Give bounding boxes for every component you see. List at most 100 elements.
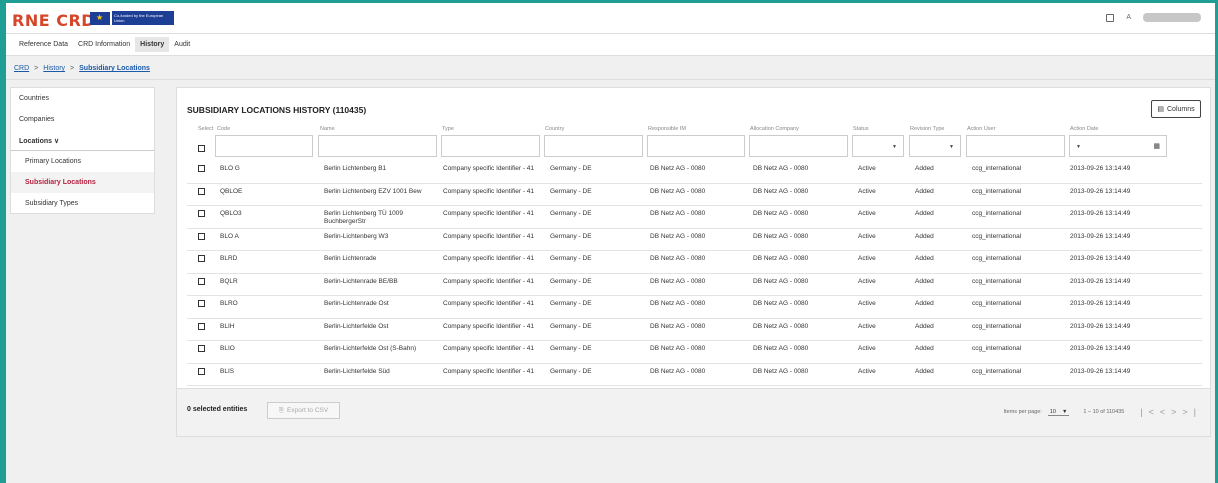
- table-row[interactable]: BLO A Berlin-Lichtenberg W3 Company specif…: [187, 229, 1202, 251]
- cell-type: Company specific Identifier - 41: [443, 368, 535, 375]
- cell-country: Germany - DE: [550, 323, 592, 330]
- breadcrumb-separator: >: [70, 65, 75, 72]
- cell-user: ccg_international: [972, 165, 1022, 172]
- first-page-icon[interactable]: |<: [1140, 407, 1160, 417]
- eu-flag-icon: [90, 12, 110, 25]
- cell-country: Germany - DE: [550, 278, 592, 285]
- apps-icon[interactable]: [1106, 13, 1115, 22]
- select-all-checkbox[interactable]: [198, 145, 205, 152]
- cell-country: Germany - DE: [550, 188, 592, 195]
- nav-audit[interactable]: Audit: [169, 37, 195, 52]
- next-page-icon[interactable]: >: [1171, 407, 1182, 417]
- row-select-checkbox[interactable]: [198, 323, 205, 330]
- chevron-down-icon: ▼: [949, 144, 954, 150]
- cell-type: Company specific Identifier - 41: [443, 210, 535, 217]
- eu-funding-label: Co-funded by the European Union: [112, 11, 174, 25]
- sidebar-item-locations[interactable]: Locations ∨: [11, 130, 154, 151]
- cell-name: Berlin-Lichterfelde Ost (S-Bahn): [324, 345, 417, 352]
- cell-alloc: DB Netz AG - 0080: [753, 368, 809, 375]
- divider: [6, 79, 1215, 80]
- sidebar-item-countries[interactable]: Countries: [11, 88, 154, 109]
- columns-button[interactable]: ▤ Columns: [1151, 100, 1201, 118]
- sidebar-item-subsidiary-types[interactable]: Subsidiary Types: [11, 193, 154, 214]
- allocation-company-filter-input[interactable]: [749, 135, 848, 157]
- table-row[interactable]: BLIS Berlin-Lichterfelde Süd Company speci…: [187, 364, 1202, 386]
- cell-status: Active: [858, 255, 876, 262]
- items-per-page-select[interactable]: 10 ▼: [1047, 409, 1070, 416]
- cell-alloc: DB Netz AG - 0080: [753, 210, 809, 217]
- row-select-checkbox[interactable]: [198, 278, 205, 285]
- table-row[interactable]: BLRD Berlin Lichtenrade Company specific I…: [187, 251, 1202, 274]
- cell-code: BLRO: [220, 300, 238, 307]
- export-csv-button[interactable]: ⎘ Export to CSV: [267, 402, 340, 419]
- row-select-checkbox[interactable]: [198, 210, 205, 217]
- cell-country: Germany - DE: [550, 165, 592, 172]
- cell-status: Active: [858, 165, 876, 172]
- code-filter-input[interactable]: [215, 135, 313, 157]
- prev-page-icon[interactable]: <: [1160, 407, 1171, 417]
- cell-code: BLO A: [220, 233, 239, 240]
- revision-type-filter-select[interactable]: ▼: [909, 135, 961, 157]
- cell-status: Active: [858, 323, 876, 330]
- items-per-page-label: Items per page:: [1003, 409, 1042, 415]
- chevron-down-icon: ▼: [892, 144, 897, 150]
- cell-revision: Added: [915, 345, 934, 352]
- cell-name: Berlin-Lichterfelde Ost: [324, 323, 389, 330]
- action-date-filter[interactable]: ▼ ▦: [1069, 135, 1167, 157]
- cell-type: Company specific Identifier - 41: [443, 233, 535, 240]
- table-footer: 0 selected entities ⎘ Export to CSV Item…: [177, 388, 1210, 436]
- cell-im: DB Netz AG - 0080: [650, 210, 706, 217]
- table-row[interactable]: QBLO3 Berlin Lichtenberg TÜ 1009 Buchberg…: [187, 206, 1202, 229]
- cell-revision: Added: [915, 278, 934, 285]
- sidebar-item-primary-locations[interactable]: Primary Locations: [11, 151, 154, 172]
- cell-name: Berlin-Lichtenberg W3: [324, 233, 389, 240]
- cell-revision: Added: [915, 300, 934, 307]
- user-icon[interactable]: A: [1126, 14, 1131, 21]
- row-select-checkbox[interactable]: [198, 255, 205, 262]
- cell-user: ccg_international: [972, 233, 1022, 240]
- cell-alloc: DB Netz AG - 0080: [753, 345, 809, 352]
- cell-revision: Added: [915, 165, 934, 172]
- cell-status: Active: [858, 210, 876, 217]
- name-filter-input[interactable]: [318, 135, 437, 157]
- table-row[interactable]: BQLR Berlin-Lichtenrade BE/BB Company spec…: [187, 274, 1202, 296]
- cell-country: Germany - DE: [550, 233, 592, 240]
- header-revision-type: Revision Type: [910, 126, 945, 132]
- row-select-checkbox[interactable]: [198, 345, 205, 352]
- action-user-filter-input[interactable]: [966, 135, 1065, 157]
- user-name-redacted[interactable]: [1143, 13, 1201, 22]
- row-select-checkbox[interactable]: [198, 233, 205, 240]
- cell-country: Germany - DE: [550, 300, 592, 307]
- row-select-checkbox[interactable]: [198, 188, 205, 195]
- table-row[interactable]: QBLOE Berlin Lichtenberg EZV 1001 Bew Comp…: [187, 184, 1202, 206]
- country-filter-input[interactable]: [544, 135, 643, 157]
- rne-crd-logo[interactable]: RNE CRD: [12, 11, 95, 30]
- breadcrumb-history[interactable]: History: [43, 65, 65, 72]
- responsible-im-filter-input[interactable]: [647, 135, 745, 157]
- breadcrumb-crd[interactable]: CRD: [14, 65, 29, 72]
- calendar-icon[interactable]: ▦: [1153, 142, 1160, 150]
- last-page-icon[interactable]: >|: [1182, 407, 1202, 417]
- header-action-date: Action Date: [1070, 126, 1099, 132]
- row-select-checkbox[interactable]: [198, 368, 205, 375]
- nav-crd-information[interactable]: CRD Information: [73, 37, 135, 52]
- table-row[interactable]: BLIO Berlin-Lichterfelde Ost (S-Bahn) Comp…: [187, 341, 1202, 364]
- row-select-checkbox[interactable]: [198, 300, 205, 307]
- cell-revision: Added: [915, 255, 934, 262]
- cell-status: Active: [858, 368, 876, 375]
- table-row[interactable]: BLO G Berlin Lichtenberg B1 Company specif…: [187, 161, 1202, 184]
- cell-type: Company specific Identifier - 41: [443, 255, 535, 262]
- nav-reference-data[interactable]: Reference Data: [14, 37, 73, 52]
- sidebar-item-subsidiary-locations[interactable]: Subsidiary Locations: [11, 172, 154, 193]
- cell-alloc: DB Netz AG - 0080: [753, 300, 809, 307]
- type-filter-input[interactable]: [441, 135, 540, 157]
- cell-country: Germany - DE: [550, 255, 592, 262]
- table-row[interactable]: BLRO Berlin-Lichtenrade Ost Company specif…: [187, 296, 1202, 319]
- table-row[interactable]: BLIH Berlin-Lichterfelde Ost Company speci…: [187, 319, 1202, 341]
- breadcrumb-subsidiary-locations[interactable]: Subsidiary Locations: [79, 65, 150, 72]
- sidebar-item-companies[interactable]: Companies: [11, 109, 154, 130]
- status-filter-select[interactable]: ▼: [852, 135, 904, 157]
- nav-history[interactable]: History: [135, 37, 170, 52]
- row-select-checkbox[interactable]: [198, 165, 205, 172]
- cell-im: DB Netz AG - 0080: [650, 278, 706, 285]
